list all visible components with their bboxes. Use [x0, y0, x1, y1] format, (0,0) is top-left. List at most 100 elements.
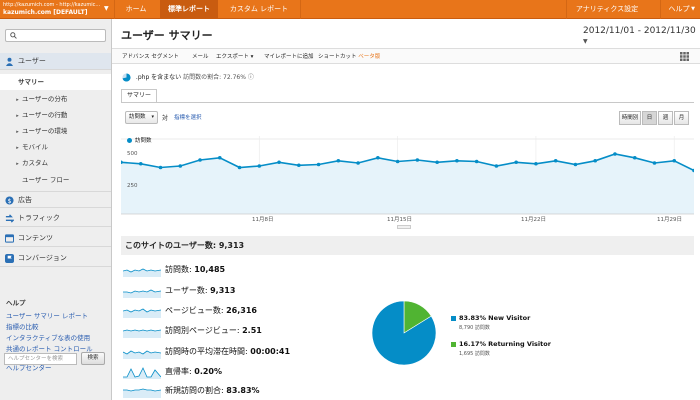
add-to-dashboard-button[interactable]: マイレポートに追加	[264, 49, 314, 65]
info-icon[interactable]: ⓘ	[248, 74, 254, 81]
account-url: http://kazumich.com - http://kazumic...	[3, 2, 101, 8]
data-point[interactable]	[336, 158, 341, 163]
data-point[interactable]	[138, 161, 143, 166]
data-point[interactable]	[455, 158, 459, 163]
help-link[interactable]: 指標の比較	[6, 322, 108, 333]
data-point[interactable]	[514, 160, 518, 165]
granularity-hour-button[interactable]: 時間別	[619, 111, 641, 125]
data-point[interactable]	[573, 162, 578, 167]
granularity-day-button[interactable]: 日	[642, 111, 657, 125]
granularity-month-button[interactable]: 月	[674, 111, 689, 125]
help-link[interactable]: ユーザー サマリー レポート	[6, 311, 108, 322]
chart-resize-handle[interactable]	[397, 225, 411, 229]
top-navigation-bar: http://kazumich.com - http://kazumic... …	[0, 0, 700, 19]
nav-home[interactable]: ホーム	[115, 0, 157, 19]
data-point[interactable]	[613, 152, 617, 156]
sidebar-section-label: ユーザー	[18, 57, 46, 65]
x-tick-label: 11月8日	[252, 217, 274, 223]
sparkline	[123, 388, 161, 398]
data-point[interactable]	[198, 158, 202, 162]
sparkline	[123, 268, 161, 277]
expand-arrow-icon: ▸	[16, 129, 19, 135]
stat-label: 新規訪問の割合	[165, 386, 221, 395]
data-point[interactable]	[435, 160, 439, 165]
sidebar-section-traffic[interactable]: トラフィック	[0, 210, 111, 227]
help-search-button[interactable]: 検索	[81, 352, 105, 365]
data-point[interactable]	[672, 158, 677, 163]
data-point[interactable]	[158, 165, 163, 170]
stat-text: ユーザー数: 9,313	[165, 286, 236, 295]
data-point[interactable]	[632, 155, 637, 160]
sidebar-item-flow[interactable]: ユーザー フロー	[0, 172, 111, 188]
metric-selector[interactable]: 訪問数 ▾	[125, 111, 158, 124]
help-link[interactable]: インタラクティブな表の使用	[6, 333, 108, 344]
stat-label: 訪問別ページビュー	[165, 326, 237, 335]
nav-help[interactable]: ヘルプ	[668, 0, 690, 19]
data-point[interactable]	[652, 161, 657, 165]
report-toolbar: アドバンス セグメント メール エクスポート ▾ マイレポートに追加 ショートカ…	[112, 48, 700, 64]
x-tick-label: 11月29日	[657, 217, 682, 223]
data-point[interactable]	[593, 158, 598, 163]
data-point[interactable]	[553, 158, 558, 163]
tab-summary[interactable]: サマリー	[121, 89, 157, 103]
email-button[interactable]: メール	[192, 49, 209, 65]
advanced-segment-button[interactable]: アドバンス セグメント	[122, 49, 179, 65]
data-point[interactable]	[534, 161, 538, 166]
metric-selector-value: 訪問数	[129, 114, 146, 120]
chevron-down-icon[interactable]: ▼	[104, 5, 109, 12]
data-point[interactable]	[376, 155, 380, 160]
sidebar-search-input[interactable]	[5, 29, 106, 42]
data-point[interactable]	[217, 155, 222, 160]
nav-custom-reports[interactable]: カスタム レポート	[220, 0, 298, 19]
shortcut-label: ショートカット	[318, 54, 357, 60]
chevron-down-icon[interactable]: ▼	[689, 0, 697, 19]
legend-pct: 83.83%	[459, 314, 487, 322]
segment-name: .php を含まない	[135, 74, 182, 81]
account-selector[interactable]: http://kazumich.com - http://kazumic... …	[3, 2, 100, 16]
select-metric-link[interactable]: 指標を選択	[174, 113, 202, 121]
nav-divider	[660, 0, 661, 19]
stat-text: 直帰率: 0.20%	[165, 367, 223, 376]
granularity-week-button[interactable]: 週	[658, 111, 673, 125]
data-point[interactable]	[257, 164, 262, 168]
nav-divider	[566, 0, 567, 19]
nav-analytics-settings[interactable]: アナリティクス設定	[568, 0, 646, 19]
data-point[interactable]	[356, 161, 360, 165]
sidebar-item-technology[interactable]: ▸ ユーザーの環境	[0, 123, 111, 139]
y-tick-label: 250	[127, 183, 138, 189]
sidebar-section-users[interactable]: ユーザー	[0, 53, 111, 70]
sidebar-section-ads[interactable]: $ 広告	[0, 191, 111, 208]
sidebar-item-demographics[interactable]: ▸ ユーザーの分布	[0, 91, 111, 107]
data-point[interactable]	[277, 160, 281, 165]
pie-legend-new: 83.83% New Visitor 8,790 訪問数	[451, 314, 530, 331]
sidebar-section-content[interactable]: コンテンツ	[0, 230, 111, 247]
data-point[interactable]	[494, 164, 499, 168]
sidebar-item-summary[interactable]: サマリー	[0, 74, 111, 90]
layout-grid-icon[interactable]	[680, 52, 689, 61]
sparkline	[123, 367, 161, 379]
series-label: 訪問数	[135, 138, 152, 144]
shortcut-button[interactable]: ショートカット ベータ版	[318, 49, 380, 65]
data-point[interactable]	[237, 165, 242, 170]
sidebar-section-label: 広告	[18, 196, 32, 204]
sidebar-section-conversions[interactable]: コンバージョン	[0, 250, 111, 267]
chart-legend: 訪問数	[127, 136, 152, 144]
help-search-input[interactable]: ヘルプセンターを検索	[4, 353, 77, 365]
segment-percentage: 訪問数の割合: 72.76%	[183, 74, 246, 81]
data-point[interactable]	[316, 162, 321, 167]
data-point[interactable]	[178, 164, 183, 168]
data-point[interactable]	[395, 159, 400, 164]
data-point[interactable]	[474, 159, 479, 164]
export-button[interactable]: エクスポート ▾	[216, 49, 253, 65]
left-sidebar: ユーザー サマリー ▸ ユーザーの分布 ▸ ユーザーの行動 ▸ ユーザーの環境 ▸ モバ…	[0, 19, 112, 400]
sidebar-item-custom[interactable]: ▸ カスタム	[0, 155, 111, 171]
data-point[interactable]	[415, 158, 420, 162]
data-point[interactable]	[297, 163, 301, 168]
svg-text:$: $	[7, 198, 11, 205]
sidebar-item-mobile[interactable]: ▸ モバイル	[0, 139, 111, 155]
versus-label: 対	[162, 115, 169, 122]
sidebar-item-behavior[interactable]: ▸ ユーザーの行動	[0, 107, 111, 123]
stat-value: 0.20%	[194, 367, 223, 376]
nav-standard-reports[interactable]: 標準レポート	[160, 0, 218, 19]
date-range-picker[interactable]: 2012/11/01 - 2012/11/30 ▼	[583, 26, 700, 46]
